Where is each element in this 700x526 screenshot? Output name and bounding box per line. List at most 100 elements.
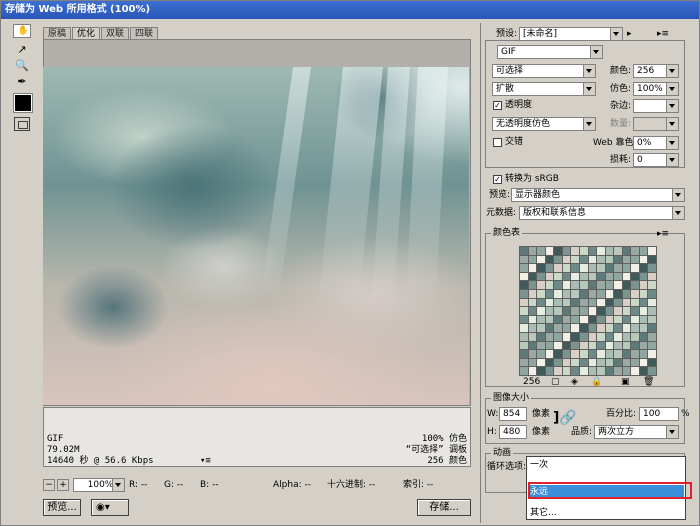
zoom-level-select[interactable]: 100% xyxy=(73,478,125,492)
color-swatch[interactable] xyxy=(537,315,545,324)
color-swatch[interactable] xyxy=(571,315,579,324)
color-swatch[interactable] xyxy=(571,264,579,272)
color-swatch[interactable] xyxy=(562,289,571,298)
color-swatch[interactable] xyxy=(528,315,537,324)
resample-quality-select[interactable]: 两次立方 xyxy=(594,425,679,439)
toggle-slices-icon[interactable] xyxy=(14,117,30,131)
color-swatch[interactable] xyxy=(614,247,622,255)
color-swatch[interactable] xyxy=(597,307,605,315)
color-swatch[interactable] xyxy=(562,341,571,350)
color-swatch[interactable] xyxy=(520,247,528,255)
color-swatch[interactable] xyxy=(520,315,528,324)
color-swatch[interactable] xyxy=(597,315,605,324)
color-swatch[interactable] xyxy=(605,307,614,315)
menu-item-other[interactable]: 其它... xyxy=(530,507,557,519)
color-swatch[interactable] xyxy=(554,281,562,289)
color-swatch[interactable] xyxy=(597,289,605,298)
color-swatch[interactable] xyxy=(528,350,537,358)
matte-select[interactable] xyxy=(633,99,679,113)
color-swatch[interactable] xyxy=(588,367,597,375)
color-swatch[interactable] xyxy=(597,332,605,341)
color-swatch[interactable] xyxy=(562,332,571,341)
color-swatch[interactable] xyxy=(622,315,631,324)
height-input[interactable]: 480 xyxy=(499,425,527,439)
color-swatch[interactable] xyxy=(597,324,605,332)
map-color-icon[interactable]: ▢ xyxy=(551,376,560,388)
color-swatch[interactable] xyxy=(614,307,622,315)
color-swatch[interactable] xyxy=(520,289,528,298)
color-swatch[interactable] xyxy=(614,324,622,332)
color-swatch[interactable] xyxy=(631,289,639,298)
color-swatch[interactable] xyxy=(631,324,639,332)
color-swatch[interactable] xyxy=(614,289,622,298)
color-swatch[interactable] xyxy=(579,272,588,281)
color-swatch[interactable] xyxy=(528,307,537,315)
color-swatch[interactable] xyxy=(545,324,554,332)
color-swatch[interactable] xyxy=(631,315,639,324)
color-swatch[interactable] xyxy=(537,255,545,264)
lock-color-icon[interactable]: 🔒 xyxy=(591,376,602,388)
color-swatch[interactable] xyxy=(622,332,631,341)
color-swatch[interactable] xyxy=(545,272,554,281)
color-swatch[interactable] xyxy=(639,298,648,307)
color-swatch[interactable] xyxy=(648,350,656,358)
color-swatch[interactable] xyxy=(588,272,597,281)
color-swatch[interactable] xyxy=(537,272,545,281)
zoom-in-button[interactable]: + xyxy=(57,479,69,491)
color-swatch[interactable] xyxy=(545,367,554,375)
color-swatch[interactable] xyxy=(520,272,528,281)
color-swatch[interactable] xyxy=(597,341,605,350)
color-swatch[interactable] xyxy=(579,315,588,324)
color-swatch[interactable] xyxy=(588,350,597,358)
color-swatch[interactable] xyxy=(614,315,622,324)
color-swatch[interactable] xyxy=(622,289,631,298)
dither-algorithm-select[interactable]: 扩散 xyxy=(492,82,596,96)
color-swatch[interactable] xyxy=(639,255,648,264)
color-swatch[interactable] xyxy=(571,332,579,341)
color-swatch[interactable] xyxy=(554,272,562,281)
color-swatch[interactable] xyxy=(648,289,656,298)
color-swatch[interactable] xyxy=(614,332,622,341)
color-swatch[interactable] xyxy=(622,367,631,375)
color-swatch[interactable] xyxy=(648,281,656,289)
color-swatch[interactable] xyxy=(579,350,588,358)
color-swatch[interactable] xyxy=(554,341,562,350)
color-swatch[interactable] xyxy=(571,350,579,358)
preset-select[interactable]: [未命名] xyxy=(519,27,623,41)
dither-input[interactable]: 100% xyxy=(633,82,679,96)
color-swatch[interactable] xyxy=(631,332,639,341)
web-shift-icon[interactable]: ◈ xyxy=(571,376,578,388)
color-swatch[interactable] xyxy=(528,264,537,272)
color-swatch[interactable] xyxy=(597,247,605,255)
interlaced-checkbox[interactable] xyxy=(493,138,502,147)
color-swatch[interactable] xyxy=(605,332,614,341)
color-swatch[interactable] xyxy=(605,358,614,367)
color-swatch[interactable] xyxy=(554,332,562,341)
color-swatch[interactable] xyxy=(528,367,537,375)
color-swatch[interactable] xyxy=(579,307,588,315)
color-swatch[interactable] xyxy=(528,341,537,350)
color-swatch[interactable] xyxy=(520,281,528,289)
color-swatch[interactable] xyxy=(588,358,597,367)
color-swatch[interactable] xyxy=(639,315,648,324)
color-swatch[interactable] xyxy=(528,281,537,289)
color-swatch[interactable] xyxy=(631,272,639,281)
color-swatch[interactable] xyxy=(614,281,622,289)
zoom-out-button[interactable]: − xyxy=(43,479,55,491)
color-swatch[interactable] xyxy=(605,255,614,264)
color-swatch[interactable] xyxy=(639,264,648,272)
color-swatch[interactable] xyxy=(605,341,614,350)
color-swatch[interactable] xyxy=(571,247,579,255)
color-swatch[interactable] xyxy=(605,281,614,289)
color-swatch[interactable] xyxy=(605,272,614,281)
color-swatch[interactable] xyxy=(571,281,579,289)
color-swatch[interactable] xyxy=(597,281,605,289)
color-swatch[interactable] xyxy=(631,281,639,289)
color-swatch[interactable] xyxy=(648,298,656,307)
color-swatch[interactable] xyxy=(562,247,571,255)
color-swatch[interactable] xyxy=(520,298,528,307)
color-swatch[interactable] xyxy=(528,247,537,255)
color-swatch[interactable] xyxy=(562,298,571,307)
color-swatch[interactable] xyxy=(554,315,562,324)
color-swatch[interactable] xyxy=(631,298,639,307)
